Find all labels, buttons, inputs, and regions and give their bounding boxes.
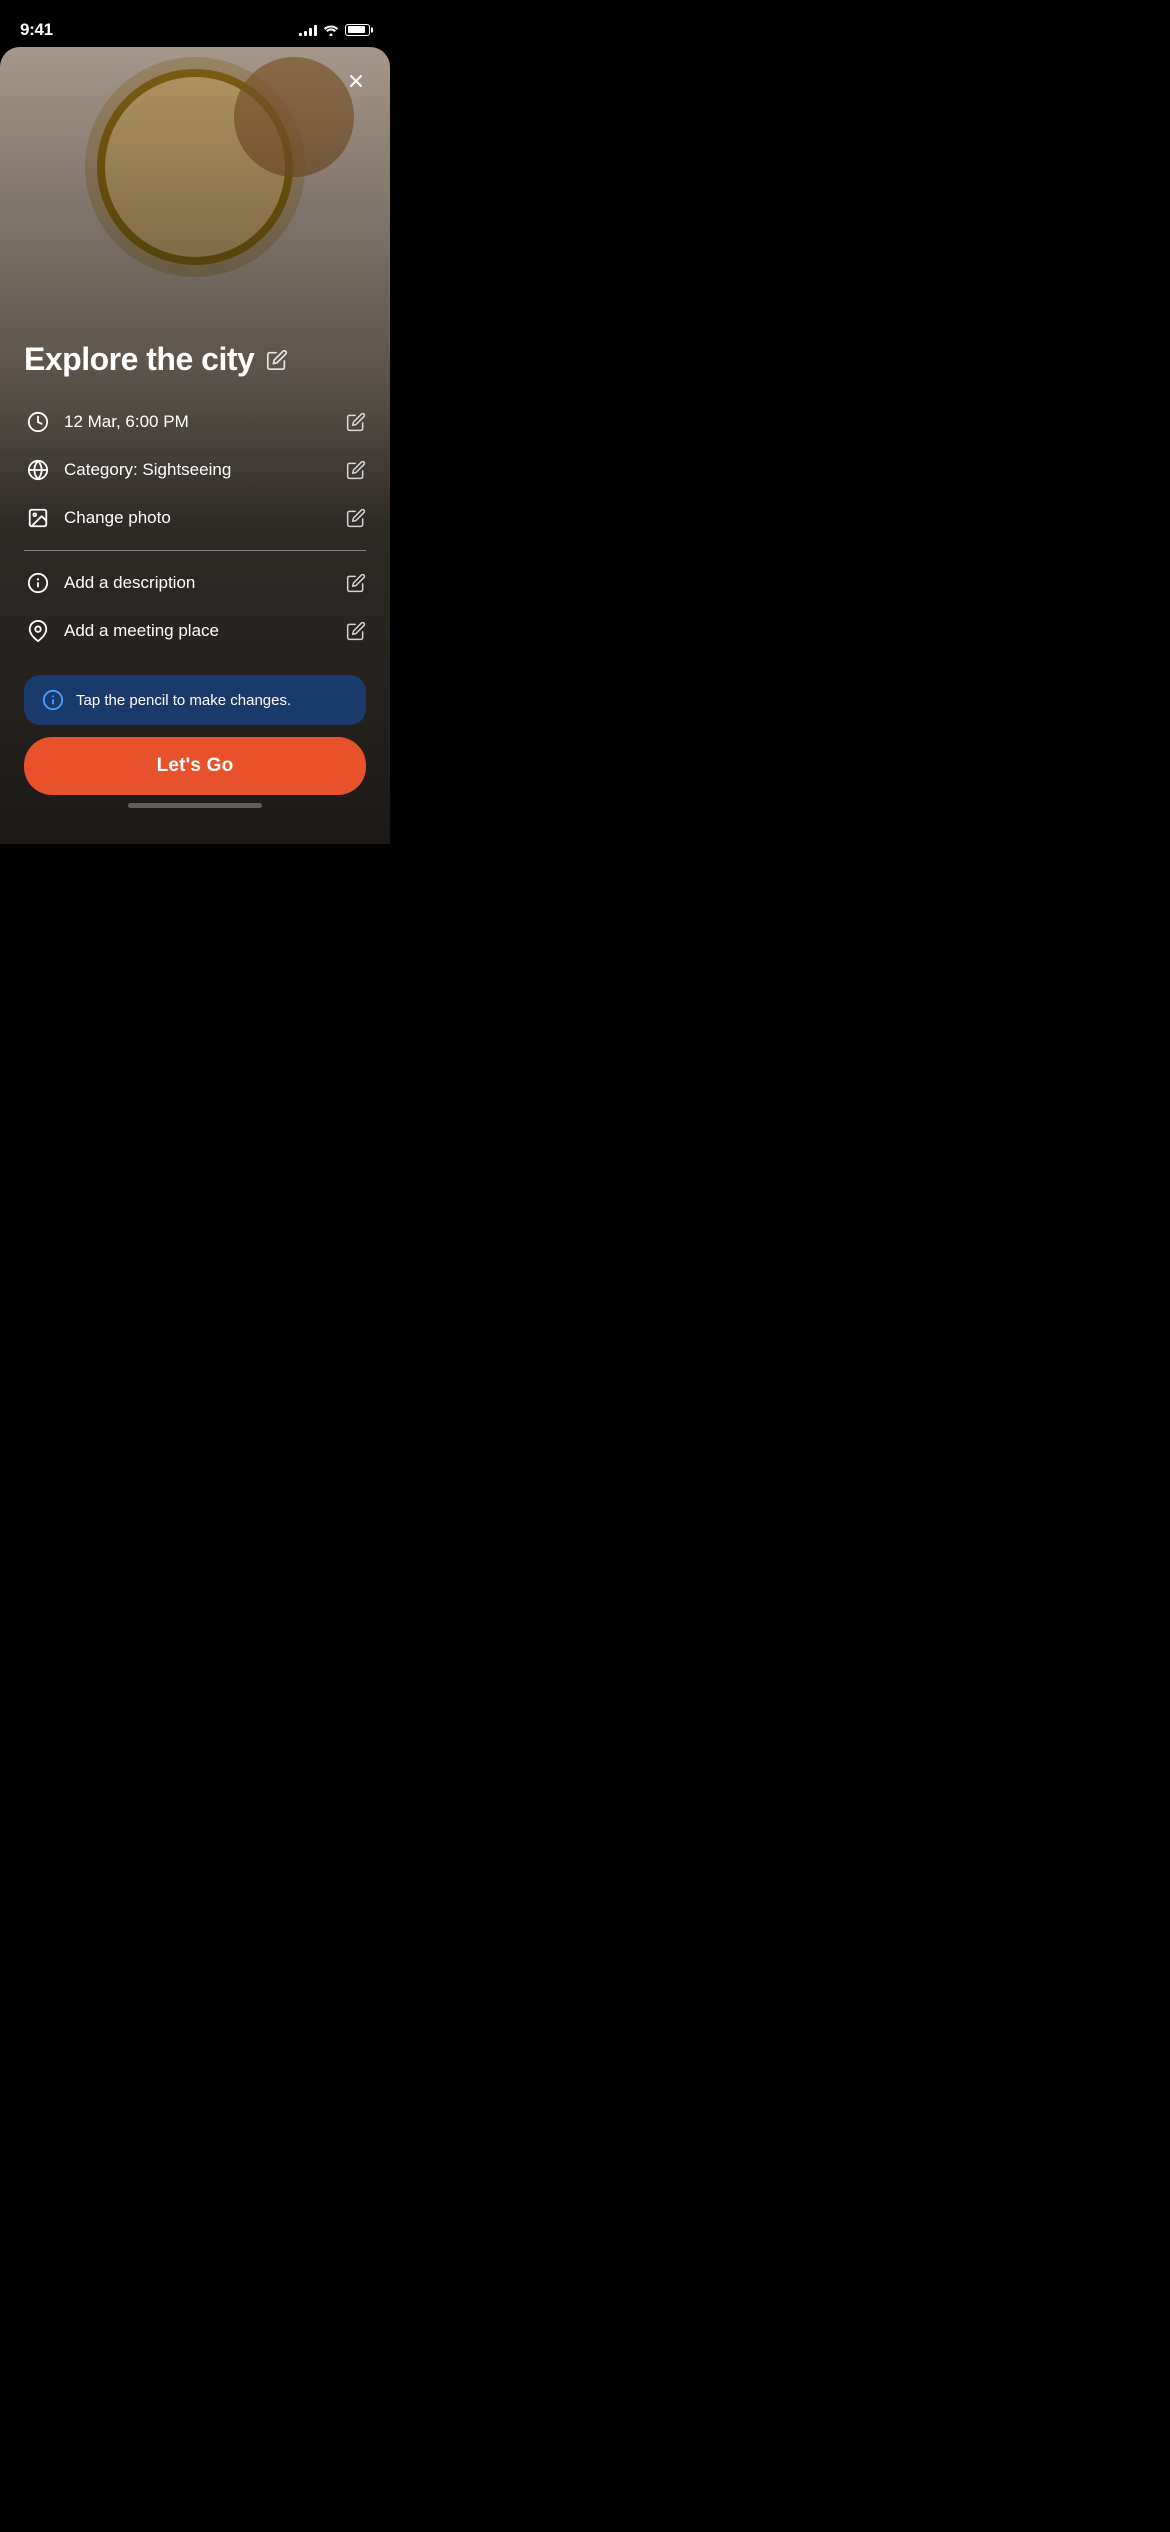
globe-icon [24, 456, 52, 484]
photo-row: Change photo [24, 494, 366, 542]
info-icon [24, 569, 52, 597]
content-area: Explore the city 12 Mar, 6:00 PM [0, 341, 390, 844]
home-indicator [128, 803, 262, 808]
datetime-text: 12 Mar, 6:00 PM [64, 412, 334, 432]
event-title-row: Explore the city [24, 341, 366, 378]
info-banner: Tap the pencil to make changes. [24, 675, 366, 725]
description-row: Add a description [24, 559, 366, 607]
location-icon [24, 617, 52, 645]
datetime-row: 12 Mar, 6:00 PM [24, 398, 366, 446]
battery-icon [345, 24, 370, 36]
lets-go-label: Let's Go [157, 755, 234, 776]
signal-icon [299, 24, 317, 36]
photo-text: Change photo [64, 508, 334, 528]
description-edit-button[interactable] [346, 573, 366, 593]
category-text: Category: Sightseeing [64, 460, 334, 480]
photo-edit-button[interactable] [346, 508, 366, 528]
meeting-place-edit-button[interactable] [346, 621, 366, 641]
status-bar: 9:41 [0, 0, 390, 47]
category-row: Category: Sightseeing [24, 446, 366, 494]
wifi-icon [323, 24, 339, 36]
image-icon [24, 504, 52, 532]
info-circle-icon [42, 689, 64, 711]
event-title: Explore the city [24, 341, 254, 378]
meeting-place-text: Add a meeting place [64, 621, 334, 641]
meeting-place-row: Add a meeting place [24, 607, 366, 655]
category-edit-button[interactable] [346, 460, 366, 480]
section-divider [24, 550, 366, 551]
lets-go-button[interactable]: Let's Go [24, 737, 366, 795]
clock-icon [24, 408, 52, 436]
status-icons [299, 24, 370, 36]
datetime-edit-button[interactable] [346, 412, 366, 432]
status-time: 9:41 [20, 20, 53, 40]
main-card: Explore the city 12 Mar, 6:00 PM [0, 47, 390, 844]
close-button[interactable] [338, 63, 374, 99]
title-edit-button[interactable] [266, 349, 288, 371]
description-text: Add a description [64, 573, 334, 593]
info-banner-text: Tap the pencil to make changes. [76, 692, 291, 709]
